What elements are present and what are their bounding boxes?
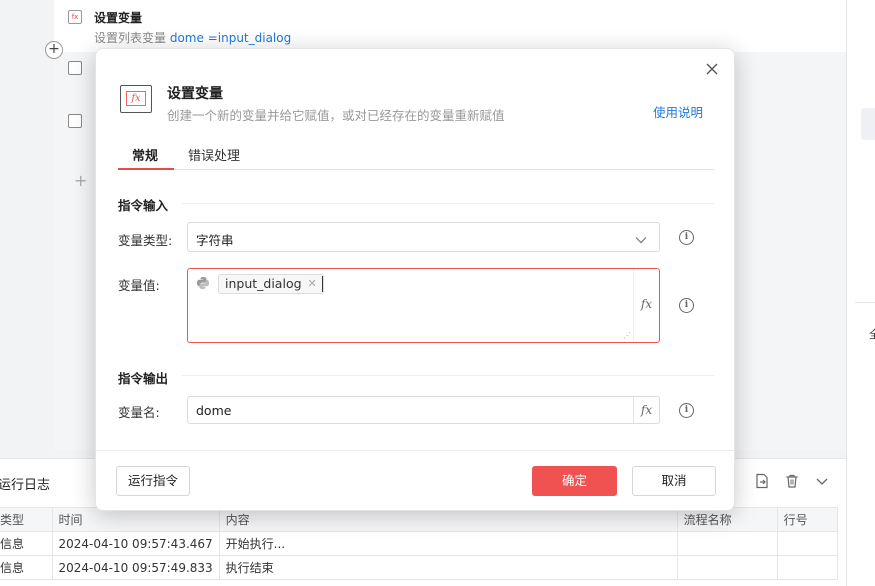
var-name-label: 变量名: — [118, 405, 160, 420]
active-tab-indicator — [118, 168, 174, 170]
log-toolbar — [754, 473, 830, 489]
flow-step-desc: 设置列表变量 dome =input_dialog — [94, 29, 291, 46]
log-content: 开始执行... — [218, 531, 678, 556]
table-header-row: 类型 时间 内容 流程名称 行号 — [0, 507, 838, 532]
column-header-type: 类型 — [0, 507, 53, 532]
confirm-button[interactable]: 确定 — [532, 466, 617, 496]
variable-chip[interactable]: input_dialog ✕ — [218, 274, 324, 294]
right-panel-text: 全 — [869, 328, 875, 341]
tab-general[interactable]: 常规 — [132, 145, 158, 170]
chevron-down-icon — [635, 233, 647, 244]
section-input-title: 指令输入 — [118, 198, 169, 213]
divider — [182, 375, 714, 376]
var-value-label: 变量值: — [118, 278, 160, 293]
flow-step-desc-prefix: 设置列表变量 — [94, 31, 167, 45]
run-log-table: 类型 时间 内容 流程名称 行号 信息 2024-04-10 09:57:43.… — [0, 507, 838, 580]
divider — [855, 302, 875, 303]
cancel-button[interactable]: 取消 — [632, 466, 716, 496]
text-cursor — [322, 276, 323, 292]
log-flow — [676, 531, 778, 556]
resize-handle-icon[interactable]: ⋰ — [623, 331, 631, 340]
left-gutter — [0, 0, 54, 450]
log-flow — [676, 555, 778, 580]
info-icon[interactable]: i — [679, 403, 694, 418]
set-variable-icon: fx — [120, 85, 152, 113]
divider — [96, 450, 734, 451]
fx-button[interactable]: fx — [633, 269, 659, 342]
set-variable-icon: fx — [68, 10, 82, 24]
column-header-line: 行号 — [776, 507, 838, 532]
flow-step-card[interactable]: fx 设置变量 设置列表变量 dome =input_dialog — [54, 0, 846, 52]
variable-chip-label: input_dialog — [225, 276, 302, 291]
var-type-label: 变量类型: — [118, 233, 173, 248]
insert-step-button[interactable]: + — [45, 41, 63, 59]
export-icon[interactable] — [754, 473, 770, 489]
var-name-input[interactable]: dome fx — [187, 396, 660, 424]
flow-step-title: 设置变量 — [94, 11, 143, 25]
run-log-title: 运行日志 — [0, 478, 51, 493]
right-panel: 全 — [846, 0, 875, 586]
remove-chip-icon[interactable]: ✕ — [308, 275, 317, 293]
flow-step-var-name: dome — [169, 31, 204, 45]
divider — [182, 203, 714, 204]
dialog-subtitle: 创建一个新的变量并给它赋值，或对已经存在的变量重新赋值 — [167, 108, 505, 123]
python-icon — [196, 276, 210, 290]
var-type-select[interactable]: 字符串 — [187, 222, 660, 252]
flow-step-icon — [68, 114, 82, 128]
log-type: 信息 — [0, 555, 53, 580]
help-link[interactable]: 使用说明 — [653, 102, 703, 121]
close-icon[interactable] — [704, 61, 720, 77]
column-header-flow: 流程名称 — [676, 507, 778, 532]
dialog-title: 设置变量 — [167, 86, 223, 102]
tab-error-handling[interactable]: 错误处理 — [188, 145, 240, 170]
log-line — [776, 555, 838, 580]
flow-step-icon — [68, 61, 82, 75]
section-output-title: 指令输出 — [118, 371, 169, 386]
flow-step-var-value: =input_dialog — [207, 31, 292, 45]
right-panel-block — [861, 108, 875, 140]
set-variable-dialog: fx 设置变量 创建一个新的变量并给它赋值，或对已经存在的变量重新赋值 使用说明… — [95, 48, 735, 511]
info-icon[interactable]: i — [679, 298, 694, 313]
trash-icon[interactable] — [784, 473, 800, 489]
fx-icon: fx — [126, 91, 146, 106]
run-command-button[interactable]: 运行指令 — [116, 466, 190, 496]
dialog-tabs: 常规 错误处理 — [118, 145, 714, 170]
log-type: 信息 — [0, 531, 53, 556]
chevron-down-icon[interactable] — [814, 473, 830, 489]
column-header-content: 内容 — [218, 507, 678, 532]
log-content: 执行结束 — [218, 555, 678, 580]
log-line — [776, 531, 838, 556]
var-value-field[interactable]: input_dialog ✕ fx ⋰ — [187, 268, 660, 343]
info-icon[interactable]: i — [679, 230, 694, 245]
log-time: 2024-04-10 09:57:43.467 — [51, 531, 220, 556]
fx-button[interactable]: fx — [633, 397, 659, 423]
add-step-icon[interactable]: + — [74, 171, 87, 190]
log-time: 2024-04-10 09:57:49.833 — [51, 555, 220, 580]
column-header-time: 时间 — [51, 507, 220, 532]
var-name-value: dome — [196, 403, 232, 418]
table-row[interactable]: 信息 2024-04-10 09:57:49.833 执行结束 — [0, 555, 838, 580]
table-row[interactable]: 信息 2024-04-10 09:57:43.467 开始执行... — [0, 531, 838, 556]
var-type-value: 字符串 — [196, 233, 234, 248]
